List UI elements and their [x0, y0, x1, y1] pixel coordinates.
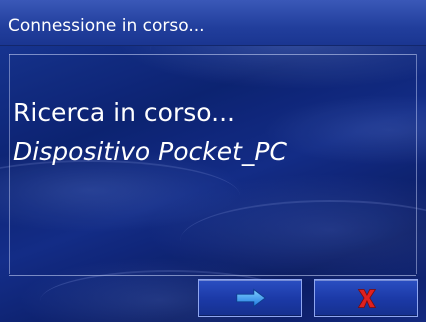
cancel-button[interactable] [314, 279, 418, 317]
panel-border-right [416, 54, 417, 274]
arrow-right-icon [236, 288, 266, 308]
next-button[interactable] [198, 279, 302, 317]
close-x-icon [357, 289, 377, 308]
title-bar: Connessione in corso... [0, 0, 426, 46]
device-name: Dispositivo Pocket_PC [13, 137, 287, 166]
status-message: Ricerca in corso... [13, 98, 235, 127]
dialog-title: Connessione in corso... [8, 16, 205, 36]
connection-dialog: Connessione in corso... Ricerca in corso… [0, 0, 426, 322]
panel-border-left [9, 54, 10, 274]
